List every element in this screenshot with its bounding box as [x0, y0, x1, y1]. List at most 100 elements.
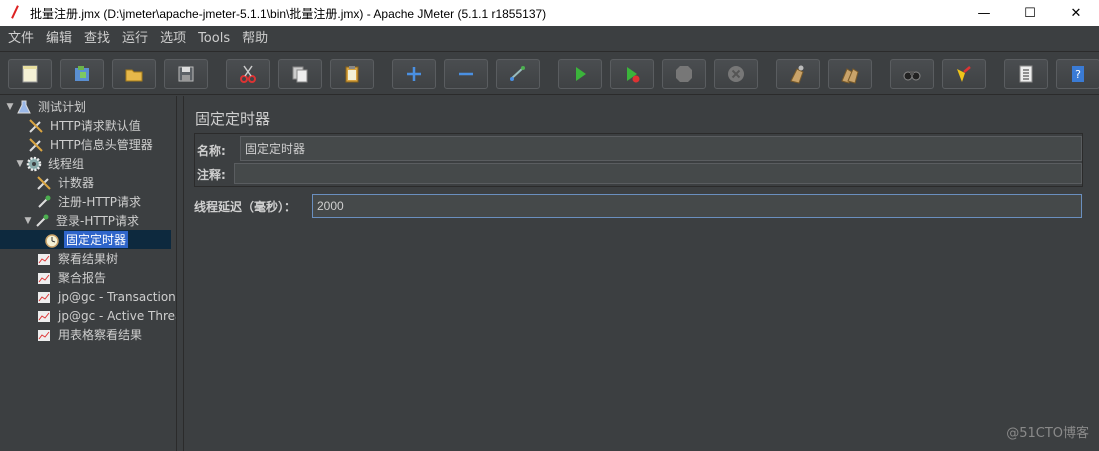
menu-file[interactable]: 文件 [2, 26, 40, 52]
menu-options[interactable]: 选项 [154, 26, 192, 52]
tree-item-test-plan[interactable]: ▼ 测试计划 [4, 97, 88, 116]
tree-item-transactions[interactable]: jp@gc - Transactions [36, 287, 176, 306]
expand-icon [407, 67, 421, 81]
new-button[interactable] [8, 59, 52, 89]
stop-icon [676, 66, 692, 82]
comment-field[interactable] [234, 163, 1082, 184]
start-no-pauses-button[interactable] [610, 59, 654, 89]
copy-button[interactable] [278, 59, 322, 89]
toggle-button[interactable] [496, 59, 540, 89]
collapse-arrow-icon[interactable]: ▼ [14, 159, 26, 169]
toolbar: ? [0, 53, 1099, 95]
flask-icon [16, 99, 32, 115]
maximize-button[interactable]: ☐ [1007, 0, 1053, 26]
reset-search-button[interactable] [942, 59, 986, 89]
save-icon [178, 66, 194, 82]
graph-icon [36, 308, 52, 324]
tree-item-thread-group[interactable]: ▼ 线程组 [14, 154, 86, 173]
tree-item-label: 登录-HTTP请求 [56, 214, 140, 228]
pipette-icon [36, 194, 52, 210]
tree-item-label: jp@gc - Active Threa [58, 308, 176, 323]
reset-search-icon [957, 66, 971, 82]
tree-item-active-threads[interactable]: jp@gc - Active Threa [36, 306, 176, 325]
templates-button[interactable] [60, 59, 104, 89]
start-no-pauses-icon [627, 67, 640, 83]
clear-all-icon [841, 68, 859, 84]
jmeter-feather-icon [8, 5, 22, 21]
stopwatch-icon [44, 232, 60, 248]
tree-item-constant-timer[interactable]: 固定定时器 [0, 230, 171, 249]
clear-icon [790, 65, 804, 84]
name-comment-box: 名称: 固定定时器 注释: [194, 133, 1083, 187]
tree-item-table-results[interactable]: 用表格察看结果 [36, 325, 144, 344]
tree-item-login-request[interactable]: ▼ 登录-HTTP请求 [22, 211, 141, 230]
minimize-button[interactable]: — [961, 0, 1007, 26]
search-button[interactable] [890, 59, 934, 89]
graph-icon [36, 289, 52, 305]
graph-icon [36, 327, 52, 343]
cut-button[interactable] [226, 59, 270, 89]
collapse-icon [459, 72, 473, 76]
wrench-icon [36, 175, 52, 191]
pipette-icon [34, 213, 50, 229]
help-icon: ? [1072, 66, 1084, 82]
tree-item-register-request[interactable]: 注册-HTTP请求 [36, 192, 143, 211]
tree-item-aggregate-report[interactable]: 聚合报告 [36, 268, 108, 287]
tree-item-label: 察看结果树 [58, 252, 119, 266]
stop-button[interactable] [662, 59, 706, 89]
thread-delay-field[interactable]: 2000 [312, 194, 1082, 218]
collapse-arrow-icon[interactable]: ▼ [22, 216, 34, 226]
cut-icon [240, 65, 256, 83]
tree-item-view-results-tree[interactable]: 察看结果树 [36, 249, 120, 268]
function-helper-icon [1019, 65, 1033, 83]
shutdown-button[interactable] [714, 59, 758, 89]
clear-button[interactable] [776, 59, 820, 89]
menu-tools[interactable]: Tools [192, 26, 236, 52]
tree-item-label: HTTP请求默认值 [50, 119, 141, 133]
graph-icon [36, 251, 52, 267]
graph-icon [36, 270, 52, 286]
tree-item-label: 计数器 [58, 176, 95, 190]
paste-icon [345, 66, 359, 83]
svg-text:?: ? [1075, 68, 1081, 81]
name-label: 名称: [197, 143, 226, 158]
gear-icon [26, 156, 42, 172]
copy-icon [292, 66, 308, 83]
tree-item-header-manager[interactable]: HTTP信息头管理器 [28, 135, 155, 154]
tree-item-label: 线程组 [48, 157, 85, 171]
tree-item-label: jp@gc - Transactions [58, 289, 176, 304]
tree-item-label: 注册-HTTP请求 [58, 195, 142, 209]
tree-item-http-defaults[interactable]: HTTP请求默认值 [28, 116, 143, 135]
templates-icon [75, 66, 89, 81]
menu-search[interactable]: 查找 [78, 26, 116, 52]
search-icon [903, 71, 921, 81]
start-button[interactable] [558, 59, 602, 89]
window-title: 批量注册.jmx (D:\jmeter\apache-jmeter-5.1.1\… [30, 6, 547, 21]
clear-all-button[interactable] [828, 59, 872, 89]
help-button[interactable]: ? [1056, 59, 1099, 89]
open-icon [125, 69, 143, 82]
window-titlebar: 批量注册.jmx (D:\jmeter\apache-jmeter-5.1.1\… [0, 0, 1099, 26]
save-button[interactable] [164, 59, 208, 89]
wrench-icon [28, 118, 44, 134]
collapse-arrow-icon[interactable]: ▼ [4, 102, 16, 112]
name-field[interactable]: 固定定时器 [240, 136, 1082, 161]
menu-edit[interactable]: 编辑 [40, 26, 78, 52]
expand-button[interactable] [392, 59, 436, 89]
panel-splitter[interactable] [176, 96, 184, 451]
close-button[interactable]: ✕ [1053, 0, 1099, 26]
tree-item-counter[interactable]: 计数器 [36, 173, 96, 192]
tree-item-label: 固定定时器 [64, 231, 129, 248]
open-button[interactable] [112, 59, 156, 89]
tree-item-label: 聚合报告 [58, 271, 107, 285]
function-helper-button[interactable] [1004, 59, 1048, 89]
paste-button[interactable] [330, 59, 374, 89]
timer-config-panel: 固定定时器 名称: 固定定时器 注释: 线程延迟（毫秒）： 2000 @51CT… [185, 96, 1099, 451]
panel-title: 固定定时器 [195, 110, 271, 128]
collapse-button[interactable] [444, 59, 488, 89]
new-icon [22, 65, 38, 83]
start-icon [576, 67, 586, 81]
test-plan-tree: ▼ 测试计划 HTTP请求默认值 HTTP信息头管理器 ▼ 线程组 计数器 注册… [0, 96, 176, 451]
menu-run[interactable]: 运行 [116, 26, 154, 52]
menu-help[interactable]: 帮助 [236, 26, 274, 52]
